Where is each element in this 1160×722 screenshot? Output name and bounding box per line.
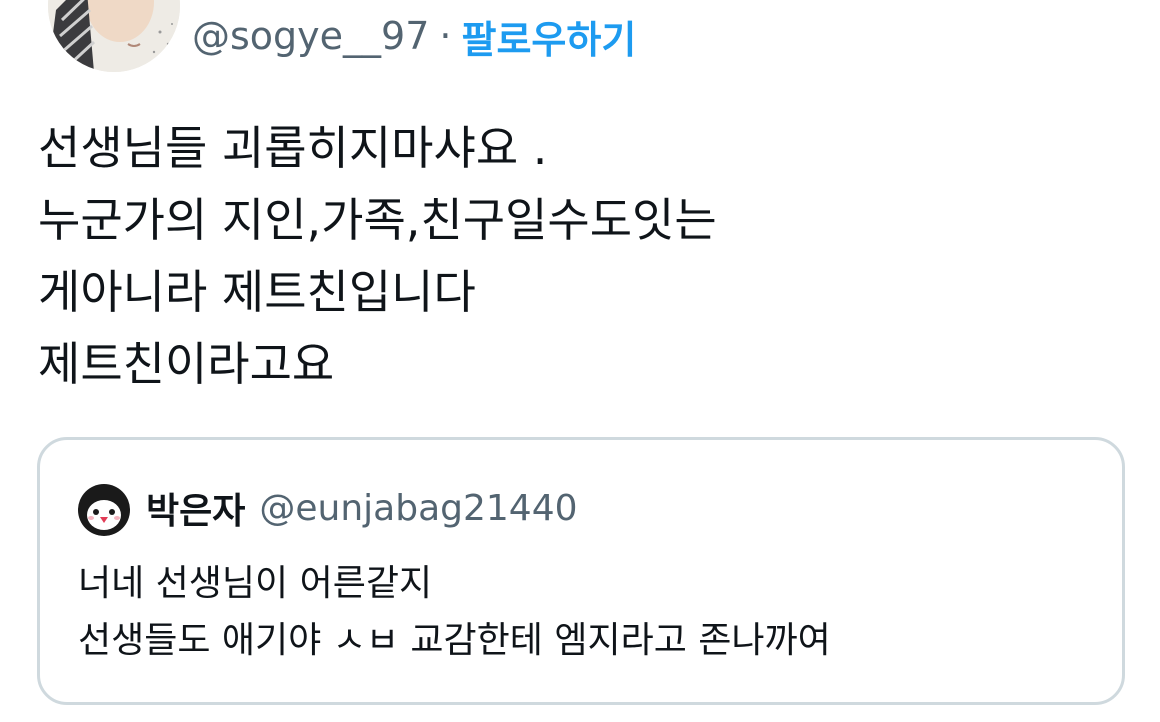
tweet-body-line: 선생님들 괴롭히지마샤요 . <box>38 121 548 175</box>
quoted-author-name[interactable]: 박은자 <box>146 482 245 534</box>
author-handle[interactable]: @sogye__97 <box>192 14 429 58</box>
quoted-author-handle[interactable]: @eunjabag21440 <box>259 488 577 529</box>
user-avatar-icon[interactable] <box>48 0 180 72</box>
tweet: @sogye__97 · 팔로우하기 선생님들 괴롭히지마샤요 . 누군가의 지… <box>0 0 1160 722</box>
header-separator: · <box>439 14 452 58</box>
tweet-body: 선생님들 괴롭히지마샤요 . 누군가의 지인,가족,친구일수도잇는 게아니라 제… <box>38 112 1128 400</box>
tweet-body-line: 제트친이라고요 <box>38 337 335 391</box>
quoted-body-line: 선생들도 애기야 ㅅㅂ 교감한테 엠지라고 존나까여 <box>78 620 831 661</box>
follow-button[interactable]: 팔로우하기 <box>461 9 636 64</box>
penguin-avatar-icon[interactable] <box>76 480 132 536</box>
tweet-body-line: 누군가의 지인,가족,친구일수도잇는 <box>38 193 717 247</box>
tweet-header: @sogye__97 · 팔로우하기 <box>192 6 636 66</box>
quoted-tweet[interactable]: 박은자 @eunjabag21440 너네 선생님이 어른같지 선생들도 애기야… <box>37 437 1125 705</box>
quoted-tweet-body: 너네 선생님이 어른같지 선생들도 애기야 ㅅㅂ 교감한테 엠지라고 존나까여 <box>78 555 1088 669</box>
quoted-tweet-header: 박은자 @eunjabag21440 <box>76 480 578 536</box>
tweet-body-line: 게아니라 제트친입니다 <box>38 265 476 319</box>
quoted-body-line: 너네 선생님이 어른같지 <box>78 563 433 604</box>
